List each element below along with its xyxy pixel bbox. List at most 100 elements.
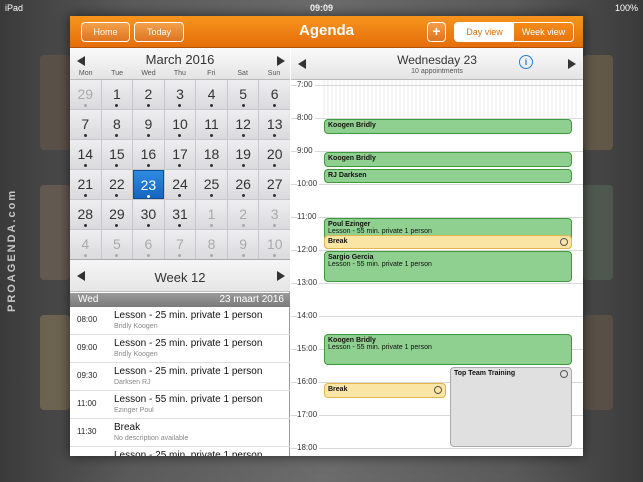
hour-row[interactable]: 18:00 <box>291 443 583 456</box>
calendar-day[interactable]: 10 <box>259 230 290 259</box>
appointment-event[interactable]: Koogen Bridly <box>324 152 572 167</box>
calendar-day[interactable]: 14 <box>70 140 101 169</box>
calendar-day[interactable]: 15 <box>101 140 133 169</box>
day-title: Wednesday 23 <box>397 53 477 67</box>
calendar-day[interactable]: 18 <box>196 140 227 169</box>
list-item[interactable]: 11:00 Lesson - 55 min. private 1 person Ez… <box>70 391 290 419</box>
calendar-day[interactable]: 4 <box>196 80 227 109</box>
calendar-day[interactable]: 24 <box>164 170 196 199</box>
list-item[interactable]: 08:00 Lesson - 25 min. private 1 person Br… <box>70 307 290 335</box>
day-view-tab[interactable]: Day view <box>455 23 514 41</box>
calendar-day[interactable]: 7 <box>70 110 101 139</box>
appointment-event[interactable]: RJ Darksen <box>324 168 572 183</box>
calendar-day[interactable]: 1 <box>101 80 133 109</box>
event-name: Poul Ezinger <box>328 221 371 228</box>
status-bar: iPad 09:09 100% <box>0 0 643 16</box>
calendar-day[interactable]: 17 <box>164 140 196 169</box>
calendar-day[interactable]: 25 <box>196 170 227 199</box>
next-week-arrow-icon[interactable] <box>277 271 285 281</box>
calendar-day[interactable]: 6 <box>259 80 290 109</box>
calendar-day[interactable]: 3 <box>164 80 196 109</box>
next-day-arrow-icon[interactable] <box>568 59 576 69</box>
calendar-day[interactable]: 5 <box>101 230 133 259</box>
list-item[interactable]: 09:30 Lesson - 25 min. private 1 person Da… <box>70 363 290 391</box>
next-month-arrow-icon[interactable] <box>277 56 285 66</box>
appointment-dot <box>273 104 277 107</box>
list-item-title: Lesson - 55 min. private 1 person <box>114 394 263 405</box>
appointment-event[interactable]: Break <box>324 383 446 398</box>
appointment-dot <box>115 224 119 227</box>
calendar-day[interactable]: 2 <box>227 200 259 229</box>
day-number: 5 <box>239 86 248 102</box>
calendar-day[interactable]: 13 <box>259 110 290 139</box>
repeat-icon <box>560 369 568 378</box>
top-bar: Home Today Agenda + Day view Week view <box>70 16 583 48</box>
month-title: March 2016 <box>145 52 215 67</box>
day-number: 7 <box>176 236 184 252</box>
calendar-day[interactable]: 16 <box>133 140 164 169</box>
background-photo <box>583 185 613 280</box>
calendar-day[interactable]: 7 <box>164 230 196 259</box>
calendar-day[interactable]: 30 <box>133 200 164 229</box>
calendar-day[interactable]: 8 <box>196 230 227 259</box>
calendar-day[interactable]: 9 <box>227 230 259 259</box>
list-item-subtitle: Bridly Koogen <box>114 351 158 358</box>
event-name: Break <box>328 386 348 393</box>
list-item-subtitle: Ezinger Poul <box>114 407 154 414</box>
calendar-day[interactable]: 6 <box>133 230 164 259</box>
appointment-count: 10 appointments <box>411 68 463 75</box>
calendar-day[interactable]: 4 <box>70 230 101 259</box>
calendar-day[interactable]: 19 <box>227 140 259 169</box>
list-item-title: Break <box>114 422 141 433</box>
appointment-dot <box>210 254 214 257</box>
calendar-day[interactable]: 31 <box>164 200 196 229</box>
appointment-dot <box>178 194 182 197</box>
calendar-day[interactable]: 1 <box>196 200 227 229</box>
calendar-day-selected[interactable]: 23 <box>133 170 164 199</box>
appointment-event[interactable]: Top Team Training <box>450 366 572 447</box>
appointment-event[interactable]: Sargio Gercia Lesson - 55 min. private 1 … <box>324 251 572 282</box>
calendar-day[interactable]: 28 <box>70 200 101 229</box>
calendar-day[interactable]: 5 <box>227 80 259 109</box>
appointment-dot <box>241 164 245 167</box>
calendar-day[interactable]: 3 <box>259 200 290 229</box>
day-number: 7 <box>81 116 90 132</box>
list-item[interactable]: 11:30 Break No description available <box>70 419 290 447</box>
hour-row[interactable]: 10:00 <box>291 179 583 217</box>
calendar-day[interactable]: 8 <box>101 110 133 139</box>
calendar-day[interactable]: 29 <box>101 200 133 229</box>
background-photo <box>583 55 613 150</box>
calendar-day[interactable]: 10 <box>164 110 196 139</box>
hour-row[interactable]: 7:00 <box>291 80 583 118</box>
week-view-tab[interactable]: Week view <box>514 23 573 41</box>
day-number: 21 <box>77 176 94 192</box>
appointment-dot <box>115 164 119 167</box>
calendar-day[interactable]: 22 <box>101 170 133 199</box>
appointment-event[interactable]: Koogen Bridly Lesson - 55 min. private 1 … <box>324 333 572 365</box>
day-number: 2 <box>239 206 248 222</box>
appointment-event[interactable]: Break <box>324 234 572 249</box>
appointment-dot <box>83 254 87 257</box>
list-item[interactable]: 09:00 Lesson - 25 min. private 1 person Br… <box>70 335 290 363</box>
calendar-day[interactable]: 20 <box>259 140 290 169</box>
appointment-dot <box>115 254 119 257</box>
calendar-day[interactable]: 2 <box>133 80 164 109</box>
calendar-day[interactable]: 26 <box>227 170 259 199</box>
appointment-dot <box>273 164 277 167</box>
calendar-day[interactable]: 9 <box>133 110 164 139</box>
add-appointment-button[interactable]: + <box>427 22 446 42</box>
event-name: Top Team Training <box>454 369 516 377</box>
appointment-event[interactable]: Koogen Bridly <box>324 119 572 134</box>
calendar-day[interactable]: 12 <box>227 110 259 139</box>
hour-label: 7:00 <box>297 80 315 89</box>
day-number: 10 <box>266 236 283 252</box>
appointment-dot <box>178 134 182 137</box>
calendar-day[interactable]: 11 <box>196 110 227 139</box>
appointment-dot <box>83 164 87 167</box>
info-icon[interactable]: i <box>519 55 533 69</box>
calendar-day[interactable]: 29 <box>70 80 101 109</box>
calendar-day[interactable]: 21 <box>70 170 101 199</box>
calendar-day[interactable]: 27 <box>259 170 290 199</box>
hour-row[interactable]: 13:00 <box>291 278 583 316</box>
list-item[interactable]: Lesson - 25 min. private 1 person <box>70 447 290 456</box>
